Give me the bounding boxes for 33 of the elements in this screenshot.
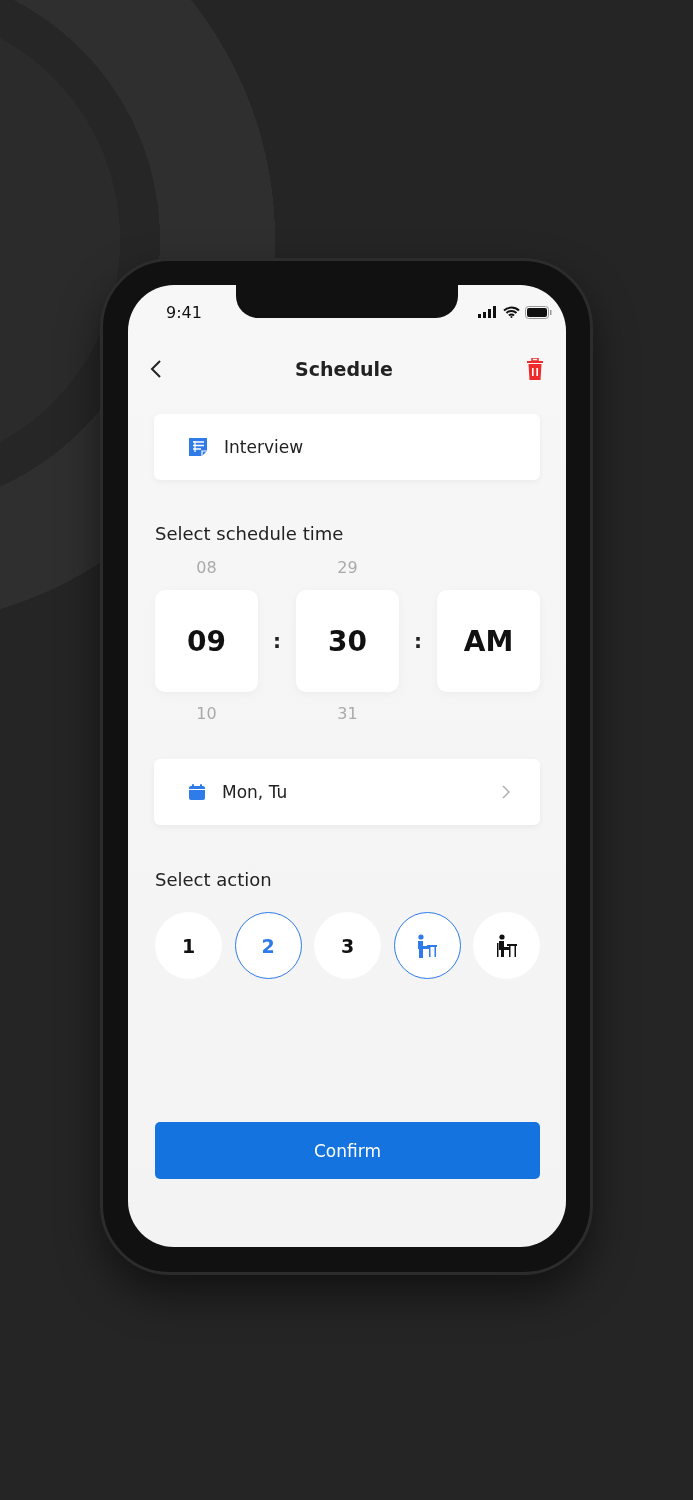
next-value: 10 bbox=[196, 704, 217, 724]
time-separator: : bbox=[414, 629, 422, 653]
confirm-button[interactable]: Confirm bbox=[155, 1122, 540, 1179]
time-value-box[interactable]: 09 bbox=[155, 590, 258, 692]
back-button[interactable] bbox=[150, 359, 162, 379]
trash-icon bbox=[526, 358, 544, 380]
delete-button[interactable] bbox=[526, 358, 544, 380]
action-option[interactable]: 3 bbox=[314, 912, 381, 979]
standing-desk-icon bbox=[416, 933, 438, 958]
action-option[interactable]: 1 bbox=[155, 912, 222, 979]
time-value-box[interactable]: AM bbox=[437, 590, 540, 692]
screen-title: Schedule bbox=[295, 358, 393, 380]
days-selector[interactable]: Mon, Tu bbox=[154, 759, 540, 825]
time-separator: : bbox=[273, 629, 281, 653]
back-icon bbox=[150, 359, 162, 379]
calendar-icon bbox=[188, 783, 206, 801]
section-label: Select schedule time bbox=[155, 523, 345, 544]
signal-icon bbox=[478, 306, 498, 318]
event-card[interactable]: Interview bbox=[154, 414, 540, 480]
wifi-icon bbox=[503, 306, 520, 318]
previous-value: 29 bbox=[337, 558, 358, 578]
previous-value: 08 bbox=[196, 558, 217, 578]
battery-icon bbox=[525, 305, 552, 319]
notes-icon bbox=[188, 437, 208, 457]
event-title: Interview bbox=[224, 437, 304, 457]
seated-desk-icon bbox=[495, 933, 518, 958]
time-value-box[interactable]: 30 bbox=[296, 590, 399, 692]
action-option[interactable]: 2 bbox=[234, 912, 302, 979]
chevron-right-icon bbox=[502, 785, 510, 799]
status-time: 9:41 bbox=[166, 302, 202, 322]
days-value: Mon, Tu bbox=[222, 782, 288, 802]
section-label: Select action bbox=[155, 869, 273, 890]
next-value: 31 bbox=[337, 704, 358, 724]
